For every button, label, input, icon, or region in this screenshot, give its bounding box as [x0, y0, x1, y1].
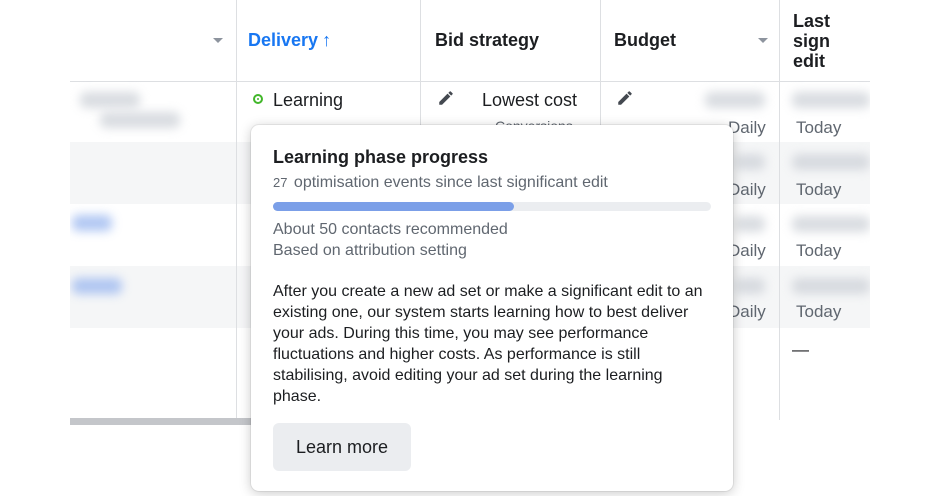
learning-progress-bar	[273, 202, 711, 211]
last-edit-header-line2: edit	[793, 50, 826, 71]
learning-status-icon	[253, 94, 263, 104]
budget-period: Daily	[728, 180, 766, 199]
budget-header-label: Budget	[614, 30, 676, 50]
column-divider	[236, 0, 237, 420]
last-edit-value: Today	[796, 302, 842, 321]
learning-phase-popover: Learning phase progress 27 optimisation …	[251, 125, 733, 491]
bid-strategy-header-label: Bid strategy	[435, 30, 540, 50]
learn-more-button[interactable]: Learn more	[273, 423, 411, 471]
budget-amount-redacted	[735, 154, 765, 170]
budget-column-header[interactable]: Budget	[614, 0, 676, 81]
edit-date-redacted	[792, 278, 870, 294]
edit-date-redacted	[792, 92, 870, 108]
bid-strategy-value: Lowest cost	[482, 90, 578, 110]
recommended-text: About 50 contacts recommended	[273, 221, 508, 238]
delivery-status-text[interactable]: Learning	[273, 90, 343, 111]
last-edit-value: Today	[796, 241, 842, 260]
column-divider	[779, 0, 780, 420]
events-text: optimisation events since last significa…	[293, 174, 608, 191]
popover-title: Learning phase progress	[273, 147, 489, 167]
edit-date-redacted	[792, 154, 870, 170]
ad-set-name-redacted[interactable]	[72, 278, 122, 294]
last-edit-column-header[interactable]: Last sign edit	[793, 0, 870, 81]
edit-date-redacted	[792, 216, 870, 232]
edit-bid-pencil-icon[interactable]	[437, 89, 455, 107]
bid-strategy-column-header[interactable]: Bid strategy	[435, 0, 539, 81]
last-edit-value: Today	[796, 118, 842, 137]
total-last-edit-value: —	[792, 340, 809, 359]
learning-progress-fill	[273, 202, 514, 211]
budget-period: Daily	[728, 302, 766, 321]
delivery-header-label: Delivery	[248, 30, 319, 50]
sort-ascending-icon: ↑	[322, 30, 332, 50]
horizontal-scrollbar[interactable]	[70, 418, 252, 425]
name-column-dropdown-icon[interactable]	[213, 38, 223, 43]
ad-set-name-redacted[interactable]	[72, 215, 112, 231]
attribution-text: Based on attribution setting	[273, 242, 467, 259]
last-edit-header-line1: Last sign	[793, 10, 831, 51]
popover-description: After you create a new ad set or make a …	[273, 283, 703, 405]
budget-amount-redacted	[735, 278, 765, 294]
events-summary: 27 optimisation events since last signif…	[273, 174, 711, 192]
budget-column-dropdown-icon[interactable]	[758, 38, 768, 43]
edit-budget-pencil-icon[interactable]	[616, 89, 634, 107]
ad-set-name-redacted	[100, 112, 180, 128]
delivery-column-header[interactable]: Delivery ↑	[248, 0, 331, 81]
budget-period: Daily	[728, 241, 766, 260]
last-edit-value: Today	[796, 180, 842, 199]
budget-amount-redacted	[705, 92, 765, 108]
header-divider	[70, 81, 870, 82]
ad-set-name-redacted	[80, 92, 140, 108]
budget-amount-redacted	[735, 216, 765, 232]
budget-period: Daily	[728, 118, 766, 137]
events-count: 27	[273, 175, 288, 190]
